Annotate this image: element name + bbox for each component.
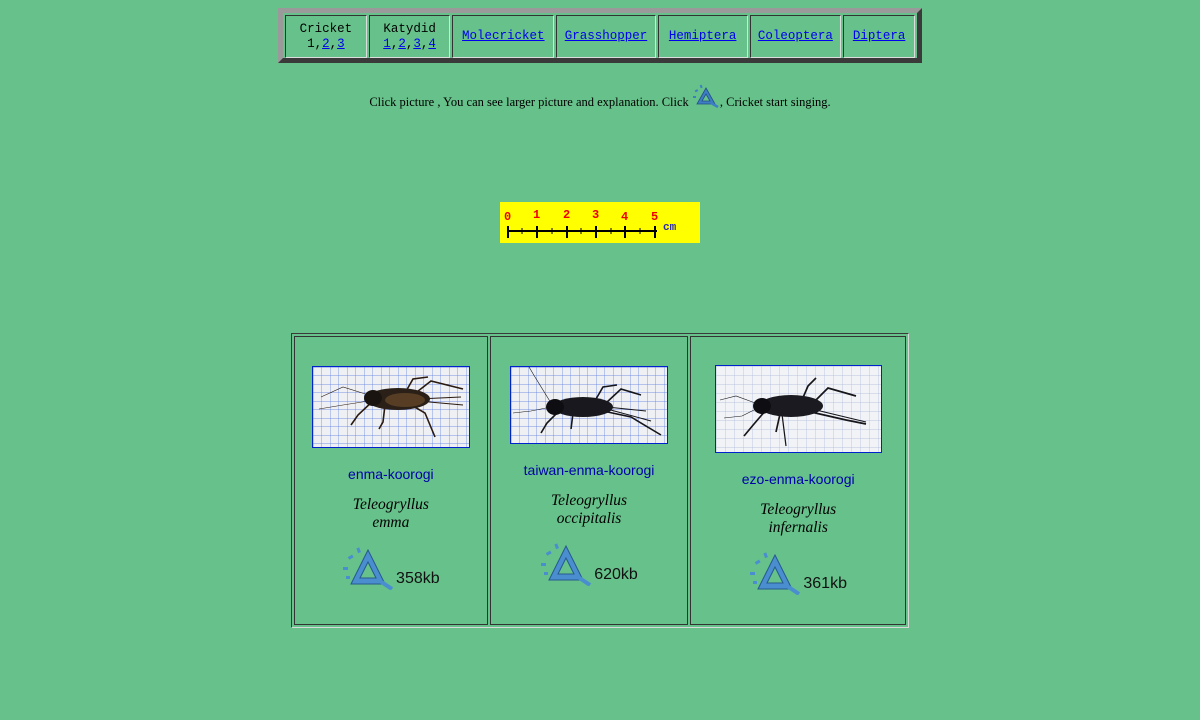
species-card: taiwan-enma-koorogi Teleogryllus occipit… — [489, 336, 689, 625]
species-card: enma-koorogi Teleogryllus emma 358kb — [294, 336, 488, 625]
nav-molecricket: Molecricket — [452, 15, 555, 58]
nav-molecricket-link[interactable]: Molecricket — [462, 29, 545, 44]
nav-diptera: Diptera — [843, 15, 915, 58]
species-common-name: enma-koorogi — [348, 465, 434, 482]
audio-file-size: 358kb — [396, 569, 440, 587]
nav-cricket-page-3-link[interactable]: 3 — [337, 37, 345, 51]
species-epithet: occipitalis — [556, 509, 622, 527]
nav-katydid-page-1-link[interactable]: 1 — [383, 37, 391, 51]
audio-file-size: 361kb — [803, 574, 847, 592]
play-song-button[interactable]: 361kb — [749, 551, 847, 595]
ruler-tick-0: 0 — [504, 210, 511, 224]
nav-katydid-page-4-link[interactable]: 4 — [428, 37, 436, 51]
speaker-sound-icon — [541, 542, 592, 586]
species-scientific-name: Teleogryllus occipitalis — [551, 492, 627, 528]
play-song-button[interactable]: 358kb — [342, 546, 440, 590]
nav-diptera-link[interactable]: Diptera — [853, 29, 906, 44]
nav-coleoptera: Coleoptera — [749, 15, 842, 58]
nav-cricket-pages: 1,2,3 — [307, 36, 345, 51]
cricket-photo[interactable] — [714, 364, 882, 453]
species-scientific-name: Teleogryllus infernalis — [760, 501, 836, 537]
nav-cricket-page-2-link[interactable]: 2 — [322, 37, 330, 51]
speaker-sound-icon — [692, 84, 720, 109]
nav-grasshopper-link[interactable]: Grasshopper — [565, 29, 648, 44]
nav-katydid-label: Katydid — [383, 21, 436, 36]
nav-grasshopper: Grasshopper — [556, 15, 656, 58]
ruler-tick-4: 4 — [621, 210, 628, 224]
nav-hemiptera: Hemiptera — [657, 15, 748, 58]
species-table: enma-koorogi Teleogryllus emma 358kb tai… — [291, 333, 909, 628]
nav-coleoptera-link[interactable]: Coleoptera — [758, 29, 833, 44]
species-genus: Teleogryllus — [352, 495, 429, 513]
instructions-text-after: , Cricket start singing. — [719, 95, 831, 109]
scale-ruler: 0 1 2 3 4 5 cm — [500, 202, 700, 243]
speaker-sound-icon — [343, 546, 394, 590]
species-card: ezo-enma-koorogi Teleogryllus infernalis… — [690, 336, 906, 625]
speaker-sound-icon — [750, 551, 801, 595]
species-genus: Teleogryllus — [760, 500, 837, 518]
instructions-text-before: Click picture , You can see larger pictu… — [369, 95, 692, 109]
instructions: Click picture , You can see larger pictu… — [0, 84, 1200, 113]
species-epithet: infernalis — [768, 518, 828, 536]
ruler-unit: cm — [663, 222, 677, 234]
play-song-button[interactable]: 620kb — [540, 542, 638, 586]
species-common-name: ezo-enma-koorogi — [741, 470, 855, 487]
ruler-tick-1: 1 — [533, 208, 540, 222]
species-genus: Teleogryllus — [550, 491, 628, 509]
nav-katydid-page-2-link[interactable]: 2 — [398, 37, 406, 51]
species-epithet: emma — [372, 513, 410, 531]
cricket-photo[interactable] — [510, 365, 669, 444]
ruler-tick-5: 5 — [651, 210, 658, 224]
nav-katydid-pages: 1,2,3,4 — [383, 36, 436, 51]
audio-file-size: 620kb — [594, 565, 638, 583]
nav-hemiptera-link[interactable]: Hemiptera — [669, 29, 737, 44]
nav-cricket: Cricket 1,2,3 — [285, 15, 367, 58]
species-scientific-name: Teleogryllus emma — [353, 496, 429, 532]
nav-katydid-page-3-link[interactable]: 3 — [413, 37, 421, 51]
cricket-photo[interactable] — [311, 365, 470, 448]
nav-cricket-label: Cricket — [299, 21, 353, 36]
nav-katydid: Katydid 1,2,3,4 — [368, 15, 451, 58]
category-nav: Cricket 1,2,3 Katydid 1,2,3,4 Molecricke… — [278, 8, 922, 63]
ruler-tick-3: 3 — [592, 208, 599, 222]
ruler-tick-2: 2 — [563, 208, 570, 222]
nav-cricket-page-1: 1 — [307, 36, 315, 51]
species-common-name: taiwan-enma-koorogi — [523, 461, 655, 478]
